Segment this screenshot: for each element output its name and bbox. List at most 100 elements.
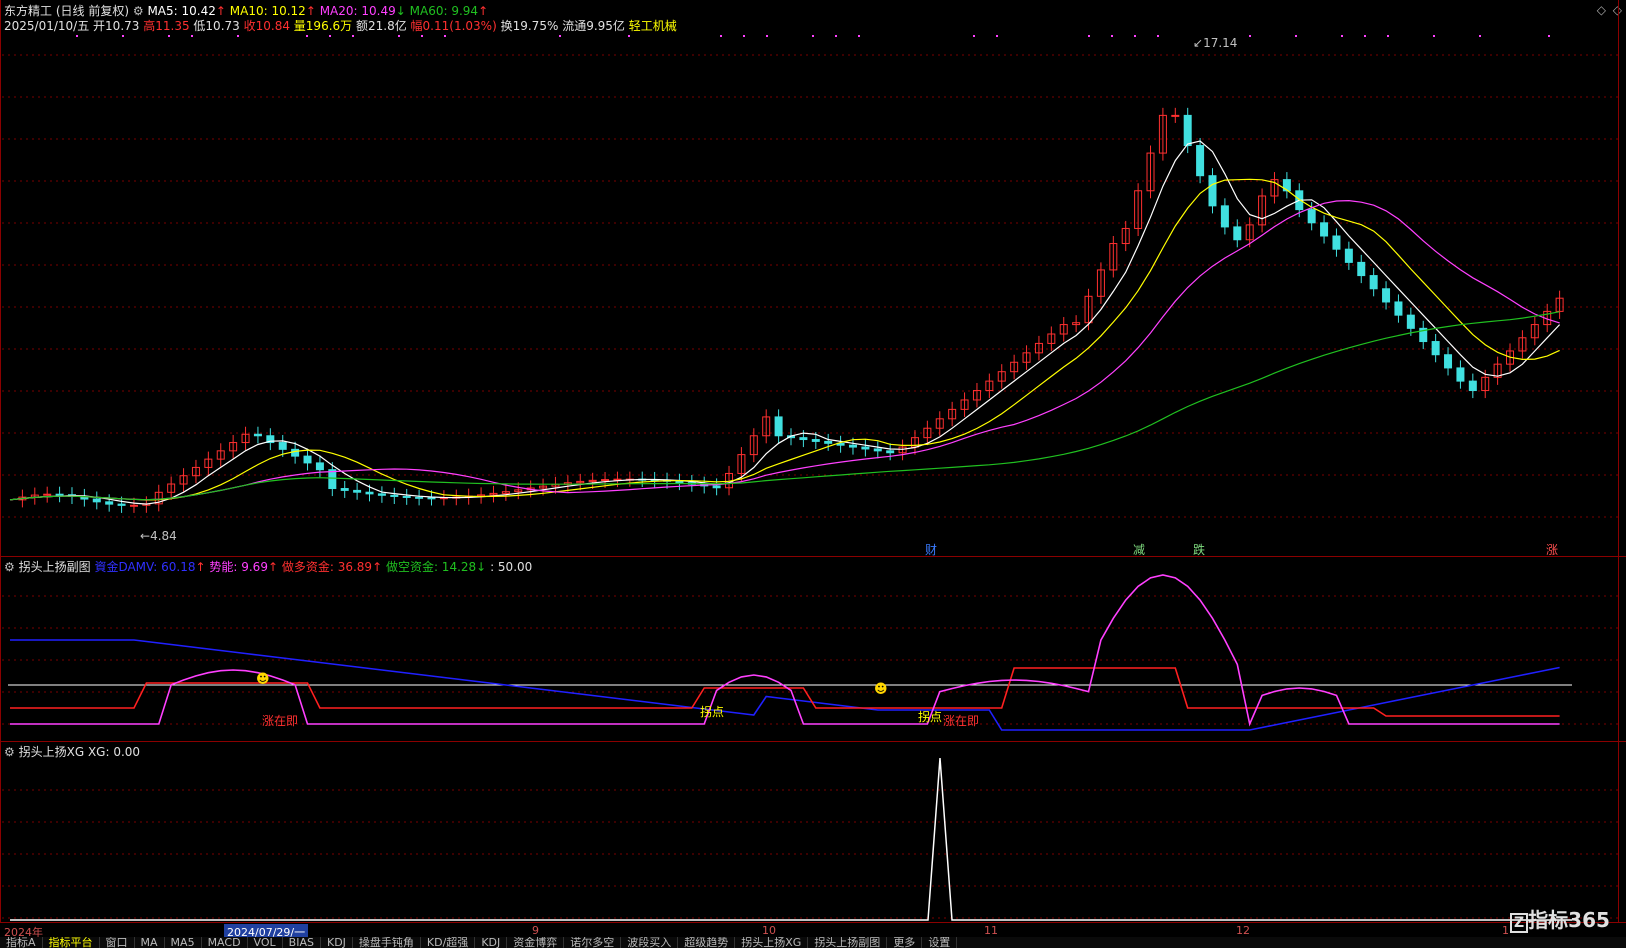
marker-dot: [1295, 35, 1297, 37]
ma20-line: [10, 201, 1560, 500]
indicator-tab[interactable]: KD/超强: [421, 937, 475, 948]
watermark-text: 指标365: [1528, 908, 1610, 932]
candle-body: [1383, 289, 1390, 302]
candle-body: [862, 447, 869, 449]
candle-body: [775, 417, 782, 436]
moving-averages: [10, 141, 1560, 504]
event-mark-finance[interactable]: 财: [925, 541, 937, 558]
candle-body: [676, 481, 683, 482]
settings-icon[interactable]: ⚙: [4, 745, 15, 759]
candle-body: [316, 463, 323, 470]
marker-dot: [329, 35, 331, 37]
marker-dot: [1134, 35, 1136, 37]
candle-body: [416, 497, 423, 498]
candle-body: [887, 451, 894, 453]
marker-dot: [559, 35, 561, 37]
sub2-title[interactable]: 拐头上扬XG: [19, 745, 85, 759]
indicator-tab[interactable]: 操盘手钝角: [353, 937, 421, 948]
marker-dot: [1548, 35, 1550, 37]
marker-dot: [766, 35, 768, 37]
sub1-short: 做空资金: 14.28: [386, 560, 476, 574]
indicator-tab[interactable]: MACD: [202, 937, 248, 948]
time-label: 11: [984, 924, 998, 937]
indicator-tab[interactable]: 更多: [887, 937, 922, 948]
marker-dot: [1341, 35, 1343, 37]
candle-body: [1407, 315, 1414, 328]
marker-dot: [1157, 35, 1159, 37]
sub1-momentum: 势能: 9.69: [209, 560, 268, 574]
candle-body: [391, 495, 398, 496]
damv-arrow: ↑: [195, 560, 205, 574]
candle-body: [292, 449, 299, 456]
sub2-header: ⚙ 拐头上扬XG XG: 0.00: [4, 743, 140, 760]
event-mark-rise[interactable]: 涨: [1546, 541, 1558, 558]
momentum-arrow: ↑: [268, 560, 278, 574]
candle-body: [1308, 210, 1315, 223]
candle-body: [1345, 249, 1352, 262]
short-arrow: ↓: [476, 560, 486, 574]
indicator-tab[interactable]: KDJ: [475, 937, 507, 948]
sub1-long: 做多资金: 36.89: [282, 560, 372, 574]
candle-body: [1432, 342, 1439, 355]
indicator-tab[interactable]: BIAS: [283, 937, 321, 948]
indicator-tab[interactable]: 拐头上扬XG: [735, 937, 808, 948]
event-mark-fall[interactable]: 跌: [1193, 541, 1205, 558]
indicator-tab[interactable]: 指标A: [0, 937, 43, 948]
indicator-tab[interactable]: 超级趋势: [678, 937, 735, 948]
time-axis[interactable]: 2024年 2024/07/29/一 9 10 11 12 1: [0, 922, 1626, 938]
candle-body: [713, 486, 720, 488]
marker-dot: [191, 35, 193, 37]
candle-body: [279, 443, 286, 450]
low-price-value: 4.84: [150, 529, 177, 543]
candle-body: [825, 441, 832, 443]
candle-body: [1445, 355, 1452, 368]
smiley-icon: ☻: [874, 682, 888, 697]
candle-body: [106, 502, 113, 504]
panel-divider-1[interactable]: [0, 556, 1626, 557]
marker-dot: [352, 35, 354, 37]
marker-dot: [720, 35, 722, 37]
candle-body: [403, 496, 410, 497]
indicator-tab[interactable]: 资金博弈: [507, 937, 564, 948]
candle-body: [329, 470, 336, 489]
indicator-tab[interactable]: KDJ: [321, 937, 353, 948]
sub-chart-2-lines: [10, 758, 1572, 920]
indicator-tab[interactable]: 指标平台: [43, 937, 100, 948]
event-mark-reduce[interactable]: 减: [1133, 541, 1145, 558]
right-border: [1618, 0, 1619, 922]
low-price-label: ←4.84: [140, 529, 177, 543]
marker-dot: [306, 35, 308, 37]
time-label: 10: [762, 924, 776, 937]
candle-body: [378, 494, 385, 495]
indicator-tab[interactable]: 拐头上扬副图: [808, 937, 887, 948]
candle-body: [800, 438, 807, 440]
indicator-tab[interactable]: MA5: [165, 937, 202, 948]
sub1-header: ⚙ 拐头上扬副图 資金DAMV: 60.18↑ 势能: 9.69↑ 做多资金: …: [4, 558, 532, 575]
candle-body: [130, 505, 137, 506]
indicator-tab[interactable]: 波段买入: [621, 937, 678, 948]
indicator-tab[interactable]: 窗口: [100, 937, 135, 948]
settings-icon[interactable]: ⚙: [4, 560, 15, 574]
indicator-tab[interactable]: 设置: [922, 937, 957, 948]
marker-dot: [628, 35, 630, 37]
marker-dot: [76, 35, 78, 37]
xg-signal-line: [10, 758, 1572, 920]
panel-divider-2[interactable]: [0, 741, 1626, 742]
candle-body: [428, 498, 435, 499]
candle-body: [1333, 236, 1340, 249]
indicator-tab[interactable]: 诺尔多空: [564, 937, 621, 948]
marker-dot: [444, 35, 446, 37]
signal-label: 拐点: [700, 703, 724, 720]
candle-body: [341, 489, 348, 491]
candle-body: [1321, 223, 1328, 236]
chart-canvas[interactable]: [0, 0, 1626, 922]
candle-body: [1370, 276, 1377, 289]
sub1-title[interactable]: 拐头上扬副图: [19, 560, 91, 574]
candle-body: [1197, 146, 1204, 176]
marker-dot: [743, 35, 745, 37]
time-label: 1: [1502, 924, 1509, 937]
indicator-tab[interactable]: VOL: [248, 937, 283, 948]
indicator-tab[interactable]: MA: [135, 937, 165, 948]
high-price-label: ↙17.14: [1193, 36, 1237, 50]
marker-dot: [858, 35, 860, 37]
